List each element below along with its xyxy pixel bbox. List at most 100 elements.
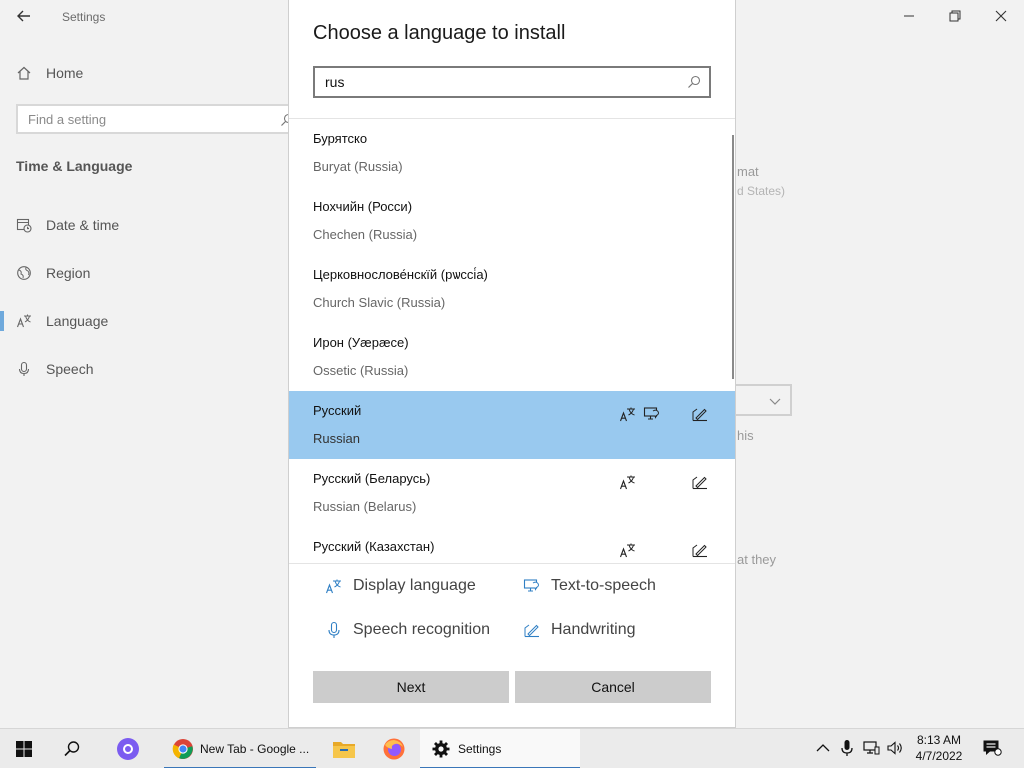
sidebar-item-label: Language xyxy=(46,313,109,329)
taskbar-app-label: Settings xyxy=(458,742,502,756)
find-setting-input[interactable]: Find a setting xyxy=(16,104,306,134)
sidebar-item-label: Speech xyxy=(46,361,94,377)
sidebar-item-label: Home xyxy=(46,65,84,81)
restore-button[interactable] xyxy=(932,0,978,32)
divider xyxy=(289,563,735,564)
firefox-icon xyxy=(383,738,405,760)
bg-region-fragment: d States) xyxy=(737,184,786,198)
bg-format-fragment: mat xyxy=(737,164,759,179)
language-item-buryat[interactable]: Бурятско Buryat (Russia) xyxy=(289,119,735,187)
sidebar-item-label: Region xyxy=(46,265,91,281)
taskbar-app-label: New Tab - Google ... xyxy=(200,742,310,756)
language-item-church-slavic[interactable]: Церковнослове́нскїй (рѡссі́а) Church Sla… xyxy=(289,255,735,323)
close-button[interactable] xyxy=(978,0,1024,32)
sidebar-item-date-time[interactable]: Date & time xyxy=(16,217,119,233)
language-item-chechen[interactable]: Нохчийн (Росси) Chechen (Russia) xyxy=(289,187,735,255)
search-icon xyxy=(64,741,80,757)
network-icon[interactable] xyxy=(862,739,880,757)
notifications-icon[interactable] xyxy=(982,739,1002,757)
legend-label: Speech recognition xyxy=(353,621,490,638)
section-title: Time & Language xyxy=(16,158,133,174)
display-language-icon xyxy=(325,577,343,595)
taskbar-app-chrome[interactable]: New Tab - Google ... xyxy=(164,729,316,768)
legend-display-language: Display language xyxy=(325,577,476,595)
active-indicator xyxy=(0,311,4,331)
gear-icon xyxy=(432,740,450,758)
assistant-icon xyxy=(117,738,139,760)
tray-chevron-up-icon[interactable] xyxy=(814,739,832,757)
language-search-input[interactable]: rus xyxy=(313,66,711,98)
language-native-name: Русский xyxy=(313,403,362,418)
language-native-name: Бурятско xyxy=(313,131,368,146)
taskbar-app-settings[interactable]: Settings xyxy=(420,729,580,768)
cancel-button[interactable]: Cancel xyxy=(515,671,711,703)
close-icon xyxy=(995,10,1007,22)
language-search-value: rus xyxy=(325,74,345,90)
back-arrow-icon xyxy=(17,10,30,22)
handwriting-icon xyxy=(691,541,709,559)
assistant-button[interactable] xyxy=(104,729,152,768)
taskbar-clock[interactable]: 8:13 AM 4/7/2022 xyxy=(906,732,972,764)
window-controls xyxy=(886,0,1024,32)
language-english-name: Russian xyxy=(313,431,360,446)
text-to-speech-icon xyxy=(643,405,661,423)
text-to-speech-icon xyxy=(523,577,541,595)
display-language-icon xyxy=(619,405,637,423)
back-button[interactable] xyxy=(10,4,38,28)
legend-speech-recognition: Speech recognition xyxy=(325,621,490,639)
sidebar-item-region[interactable]: Region xyxy=(16,265,90,281)
language-item-russian-belarus[interactable]: Русский (Беларусь) Russian (Belarus) xyxy=(289,459,735,527)
settings-sidebar: Settings Home Find a setting Time & Lang… xyxy=(0,0,306,728)
language-native-name: Ирон (Уæрæсе) xyxy=(313,335,409,350)
minimize-button[interactable] xyxy=(886,0,932,32)
handwriting-icon xyxy=(691,473,709,491)
next-button[interactable]: Next xyxy=(313,671,509,703)
windows-logo-icon xyxy=(16,741,32,757)
legend-label: Display language xyxy=(353,577,476,594)
volume-icon[interactable] xyxy=(886,739,904,757)
handwriting-icon xyxy=(523,621,541,639)
language-item-russian-kazakhstan[interactable]: Русский (Казахстан) xyxy=(289,527,735,563)
bg-dropdown[interactable] xyxy=(734,384,792,416)
language-item-russian[interactable]: Русский Russian xyxy=(289,391,735,459)
legend-label: Handwriting xyxy=(551,621,636,638)
sidebar-item-language[interactable]: Language xyxy=(16,313,108,329)
language-english-name: Church Slavic (Russia) xyxy=(313,295,446,310)
chrome-icon xyxy=(172,738,194,760)
microphone-icon xyxy=(16,361,32,377)
display-language-icon xyxy=(619,473,637,491)
bg-text-fragment-2: at they xyxy=(737,552,777,567)
search-icon xyxy=(687,75,701,89)
language-native-name: Нохчийн (Росси) xyxy=(313,199,413,214)
taskbar-app-file-explorer[interactable] xyxy=(320,729,368,768)
folder-icon xyxy=(333,742,355,758)
minimize-icon xyxy=(904,15,914,17)
start-button[interactable] xyxy=(0,729,48,768)
clock-calendar-icon xyxy=(16,217,32,233)
sidebar-item-speech[interactable]: Speech xyxy=(16,361,93,377)
language-item-ossetic[interactable]: Ирон (Уæрæсе) Ossetic (Russia) xyxy=(289,323,735,391)
bg-text-fragment: his xyxy=(737,428,754,443)
clock-date: 4/7/2022 xyxy=(915,749,963,763)
dialog-title: Choose a language to install xyxy=(313,22,566,44)
language-english-name: Russian (Belarus) xyxy=(313,499,417,514)
choose-language-dialog: Choose a language to install rus Бурятск… xyxy=(288,0,736,728)
display-language-icon xyxy=(619,541,637,559)
chevron-down-icon xyxy=(768,394,782,408)
microphone-icon[interactable] xyxy=(838,739,856,757)
sidebar-item-label: Date & time xyxy=(46,217,120,233)
taskbar-search-button[interactable] xyxy=(48,729,96,768)
sidebar-item-home[interactable]: Home xyxy=(16,65,83,81)
language-icon xyxy=(16,313,32,329)
list-scrollbar[interactable] xyxy=(732,135,734,379)
language-list: Бурятско Buryat (Russia) Нохчийн (Росси)… xyxy=(289,119,735,563)
legend-label: Text-to-speech xyxy=(551,577,656,594)
clock-time: 8:13 AM xyxy=(916,733,962,747)
language-native-name: Русский (Казахстан) xyxy=(313,539,435,554)
find-setting-placeholder: Find a setting xyxy=(28,112,107,127)
language-native-name: Церковнослове́нскїй (рѡссі́а) xyxy=(313,267,488,282)
taskbar-app-firefox[interactable] xyxy=(370,729,418,768)
legend-handwriting: Handwriting xyxy=(523,621,635,639)
handwriting-icon xyxy=(691,405,709,423)
language-english-name: Ossetic (Russia) xyxy=(313,363,409,378)
